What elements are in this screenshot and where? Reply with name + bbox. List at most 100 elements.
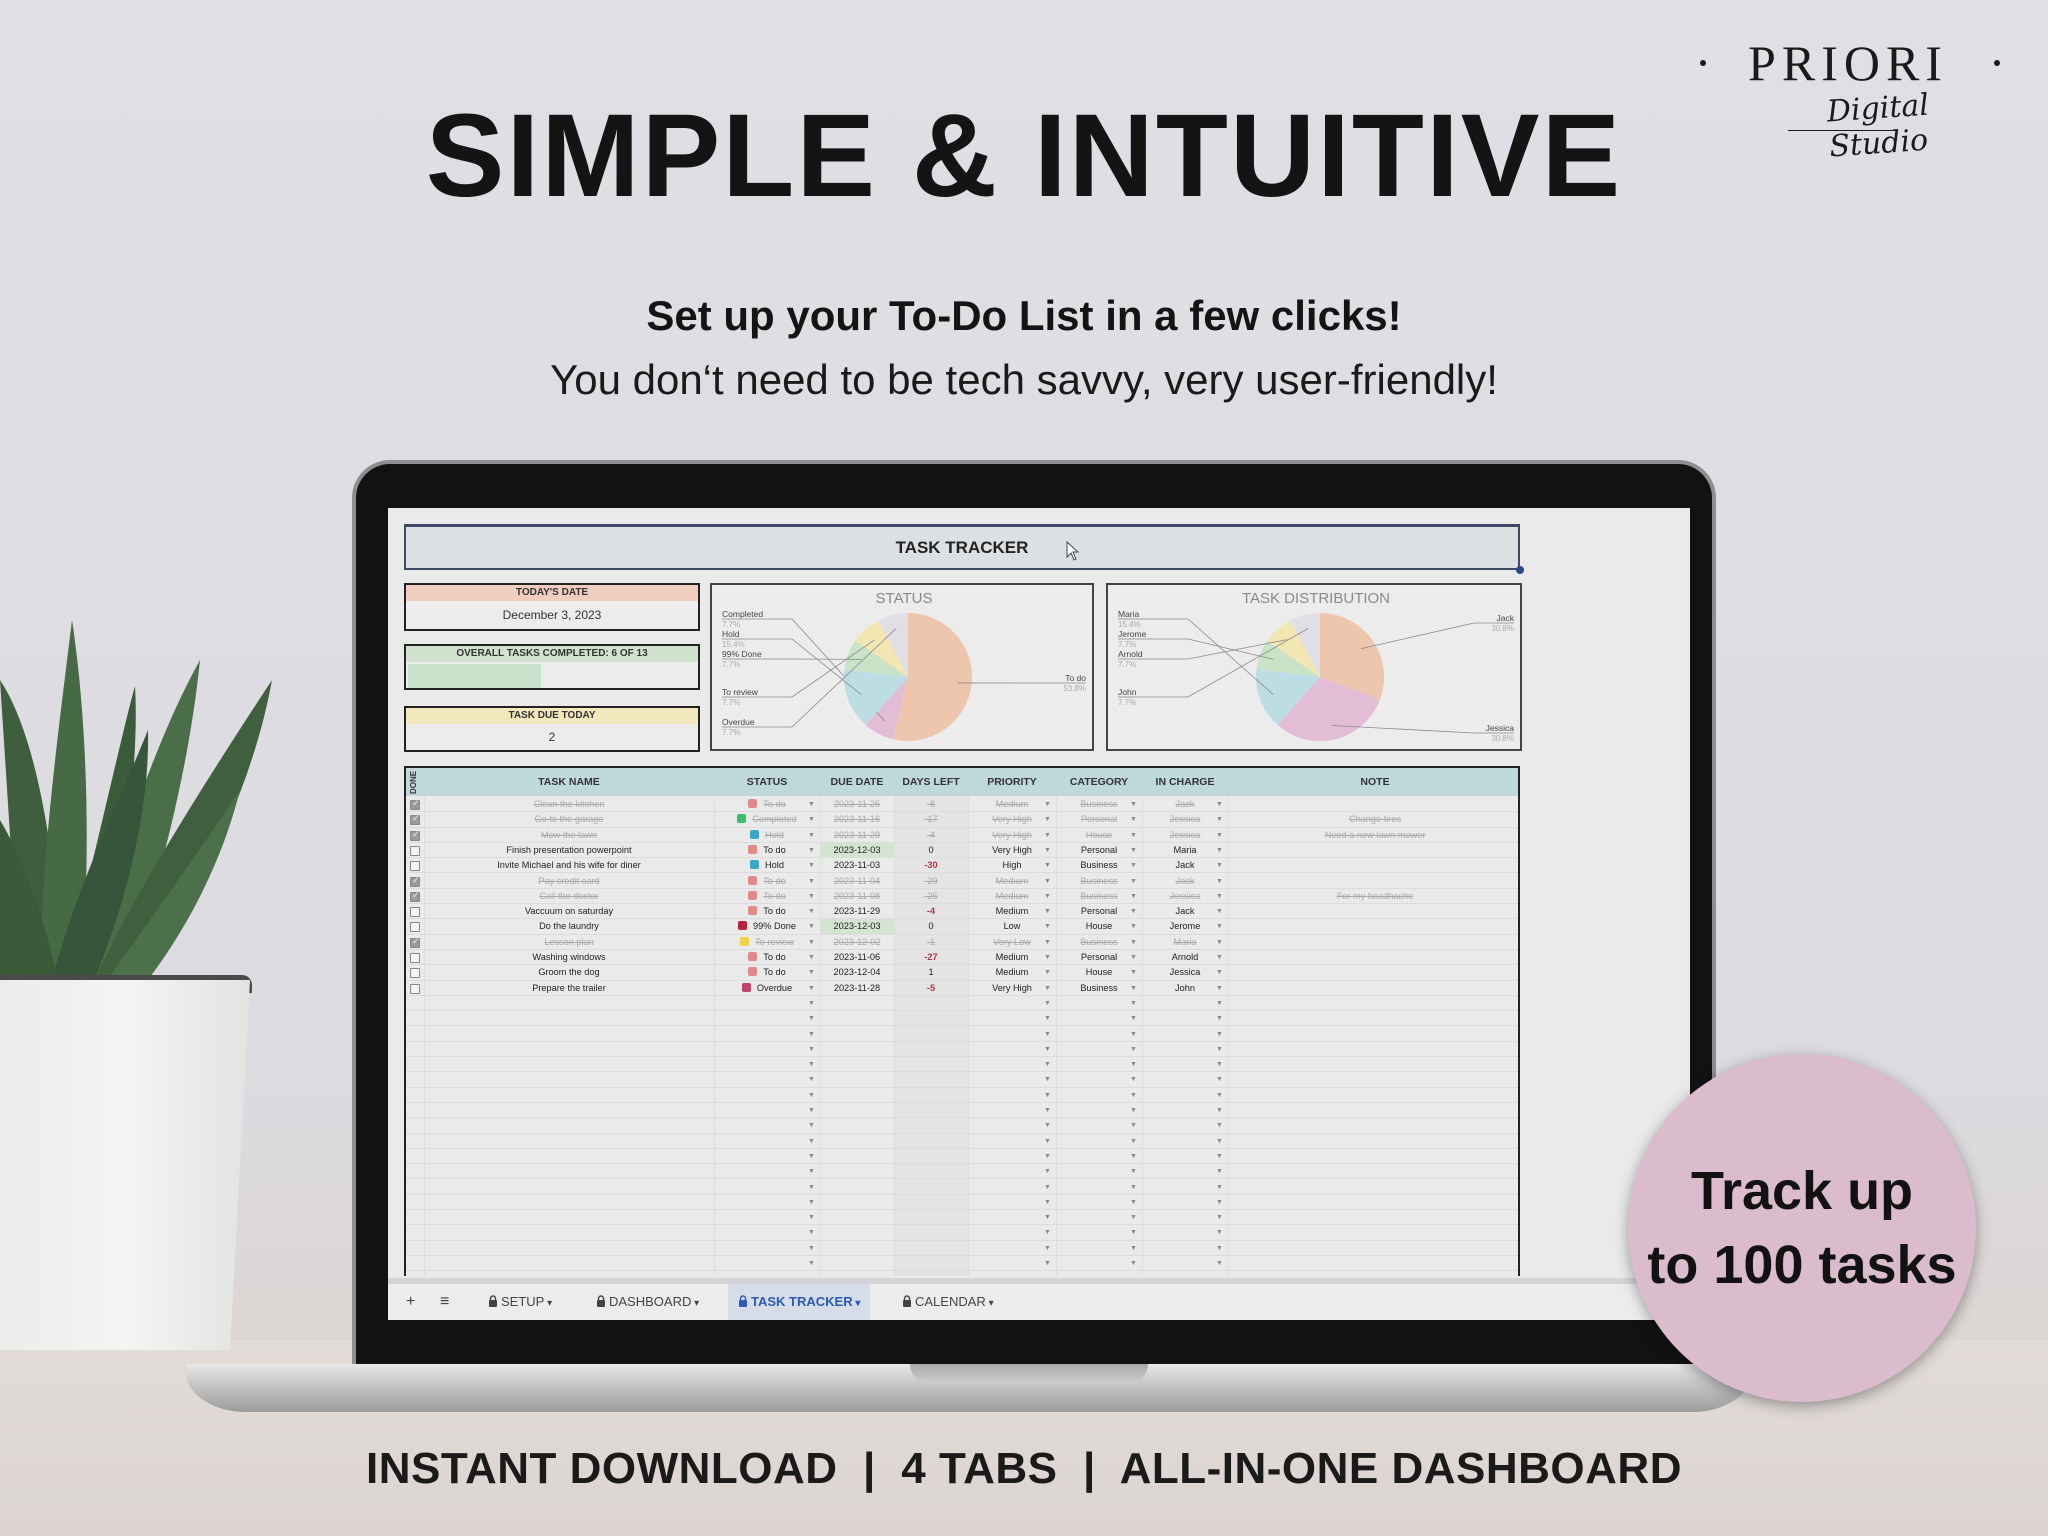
done-checkbox[interactable]	[410, 813, 420, 826]
dropdown-arrow-icon[interactable]: ▼	[1216, 843, 1223, 858]
dropdown-arrow-icon[interactable]: ▼	[808, 1210, 815, 1225]
task-name-cell[interactable]: Mow the lawn	[424, 828, 714, 843]
done-checkbox[interactable]	[410, 953, 420, 963]
dropdown-arrow-icon[interactable]: ▼	[1044, 950, 1051, 965]
dropdown-arrow-icon[interactable]: ▼	[808, 1149, 815, 1164]
dropdown-arrow-icon[interactable]: ▼	[1216, 1088, 1223, 1103]
task-name-cell[interactable]: Call the doctor	[424, 889, 714, 904]
dropdown-arrow-icon[interactable]: ▼	[1130, 858, 1137, 873]
tab-menu-caret-icon[interactable]: ▾	[986, 1298, 994, 1309]
done-checkbox[interactable]	[410, 890, 420, 902]
dropdown-arrow-icon[interactable]: ▼	[808, 889, 815, 904]
empty-task-row[interactable]: ▼ ▼ ▼ ▼	[406, 1195, 1518, 1211]
tab-menu-caret-icon[interactable]: ▾	[691, 1298, 699, 1309]
column-header-priority[interactable]: PRIORITY	[968, 768, 1056, 796]
dropdown-arrow-icon[interactable]: ▼	[1044, 1134, 1051, 1149]
dropdown-arrow-icon[interactable]: ▼	[1130, 1225, 1137, 1240]
dropdown-arrow-icon[interactable]: ▼	[1130, 1195, 1137, 1210]
dropdown-arrow-icon[interactable]: ▼	[1216, 950, 1223, 965]
dropdown-arrow-icon[interactable]: ▼	[1216, 858, 1223, 873]
dropdown-arrow-icon[interactable]: ▼	[808, 981, 815, 996]
dropdown-arrow-icon[interactable]: ▼	[1216, 797, 1223, 812]
empty-task-row[interactable]: ▼ ▼ ▼ ▼	[406, 1134, 1518, 1149]
dropdown-arrow-icon[interactable]: ▼	[1216, 904, 1223, 919]
dropdown-arrow-icon[interactable]: ▼	[1130, 1057, 1137, 1072]
empty-task-row[interactable]: ▼ ▼ ▼ ▼	[406, 1210, 1518, 1226]
note-cell[interactable]	[1228, 904, 1518, 919]
priority-cell[interactable]: Very High	[968, 843, 1056, 858]
due-date-cell[interactable]: 2023-11-29	[820, 904, 894, 919]
column-header-task-name[interactable]: TASK NAME	[424, 768, 714, 796]
sheet-tab-calendar[interactable]: CALENDAR ▾	[902, 1284, 994, 1320]
priority-cell[interactable]: Very High	[968, 981, 1056, 996]
dropdown-arrow-icon[interactable]: ▼	[1216, 1072, 1223, 1087]
dropdown-arrow-icon[interactable]: ▼	[1044, 874, 1051, 889]
note-cell[interactable]	[1228, 797, 1518, 812]
dropdown-arrow-icon[interactable]: ▼	[1044, 965, 1051, 980]
done-checkbox[interactable]	[410, 936, 420, 948]
status-cell[interactable]: Completed	[714, 812, 820, 827]
dropdown-arrow-icon[interactable]: ▼	[808, 1057, 815, 1072]
dropdown-arrow-icon[interactable]: ▼	[1130, 904, 1137, 919]
status-cell[interactable]: Hold	[714, 858, 820, 873]
empty-task-row[interactable]: ▼ ▼ ▼ ▼	[406, 1027, 1518, 1042]
dropdown-arrow-icon[interactable]: ▼	[1130, 828, 1137, 843]
dropdown-arrow-icon[interactable]: ▼	[1130, 797, 1137, 812]
dropdown-arrow-icon[interactable]: ▼	[1216, 1225, 1223, 1240]
dropdown-arrow-icon[interactable]: ▼	[1044, 1103, 1051, 1118]
task-name-cell[interactable]: Vaccuum on saturday	[424, 904, 714, 919]
status-cell[interactable]: To do	[714, 904, 820, 919]
status-cell[interactable]: To do	[714, 874, 820, 889]
selection-handle[interactable]	[1516, 566, 1524, 574]
empty-task-row[interactable]: ▼ ▼ ▼ ▼	[406, 1180, 1518, 1195]
dropdown-arrow-icon[interactable]: ▼	[1216, 1042, 1223, 1057]
dropdown-arrow-icon[interactable]: ▼	[1216, 965, 1223, 980]
note-cell[interactable]: For my headhache	[1228, 889, 1518, 904]
priority-cell[interactable]: Medium	[968, 950, 1056, 965]
priority-cell[interactable]: Medium	[968, 889, 1056, 904]
column-header-in-charge[interactable]: IN CHARGE	[1142, 768, 1228, 796]
status-cell[interactable]: To do	[714, 843, 820, 858]
dropdown-arrow-icon[interactable]: ▼	[1130, 1149, 1137, 1164]
task-name-cell[interactable]: Washing windows	[424, 950, 714, 965]
dropdown-arrow-icon[interactable]: ▼	[1130, 965, 1137, 980]
dropdown-arrow-icon[interactable]: ▼	[1130, 1180, 1137, 1195]
dropdown-arrow-icon[interactable]: ▼	[1044, 797, 1051, 812]
dropdown-arrow-icon[interactable]: ▼	[1130, 1118, 1137, 1133]
dropdown-arrow-icon[interactable]: ▼	[1044, 1256, 1051, 1271]
note-cell[interactable]	[1228, 919, 1518, 934]
priority-cell[interactable]: Very High	[968, 828, 1056, 843]
dropdown-arrow-icon[interactable]: ▼	[1216, 1180, 1223, 1195]
dropdown-arrow-icon[interactable]: ▼	[1044, 828, 1051, 843]
dropdown-arrow-icon[interactable]: ▼	[1044, 1027, 1051, 1042]
dropdown-arrow-icon[interactable]: ▼	[808, 1195, 815, 1210]
dropdown-arrow-icon[interactable]: ▼	[1044, 812, 1051, 827]
status-cell[interactable]: Hold	[714, 828, 820, 843]
due-date-cell[interactable]: 2023-11-04	[820, 874, 894, 889]
dropdown-arrow-icon[interactable]: ▼	[1044, 935, 1051, 950]
dropdown-arrow-icon[interactable]: ▼	[1044, 1011, 1051, 1026]
priority-cell[interactable]: Medium	[968, 965, 1056, 980]
dropdown-arrow-icon[interactable]: ▼	[808, 1118, 815, 1133]
dropdown-arrow-icon[interactable]: ▼	[808, 1072, 815, 1087]
dropdown-arrow-icon[interactable]: ▼	[1216, 1027, 1223, 1042]
due-date-cell[interactable]: 2023-12-03	[820, 842, 894, 858]
dropdown-arrow-icon[interactable]: ▼	[808, 858, 815, 873]
tab-menu-caret-icon[interactable]: ▾	[853, 1298, 860, 1309]
due-date-cell[interactable]: 2023-11-16	[820, 812, 894, 827]
dropdown-arrow-icon[interactable]: ▼	[1216, 1241, 1223, 1256]
status-pie-chart[interactable]: STATUS To do 53.8% Completed 7.7% Hold 15.4% 99…	[710, 583, 1094, 751]
done-checkbox[interactable]	[410, 922, 420, 933]
task-name-cell[interactable]: Prepare the trailer	[424, 981, 714, 996]
done-checkbox[interactable]	[410, 861, 420, 872]
note-cell[interactable]: Need a new lawn mower	[1228, 828, 1518, 843]
dropdown-arrow-icon[interactable]: ▼	[1130, 996, 1137, 1011]
dropdown-arrow-icon[interactable]: ▼	[1216, 1149, 1223, 1164]
due-date-cell[interactable]: 2023-11-29	[820, 828, 894, 843]
dropdown-arrow-icon[interactable]: ▼	[1044, 1149, 1051, 1164]
sheet-tab-setup[interactable]: SETUP ▾	[488, 1284, 552, 1320]
empty-task-row[interactable]: ▼ ▼ ▼ ▼	[406, 1103, 1518, 1119]
column-header-done[interactable]: DONE	[408, 768, 422, 796]
dropdown-arrow-icon[interactable]: ▼	[1130, 981, 1137, 996]
done-checkbox[interactable]	[410, 798, 420, 810]
